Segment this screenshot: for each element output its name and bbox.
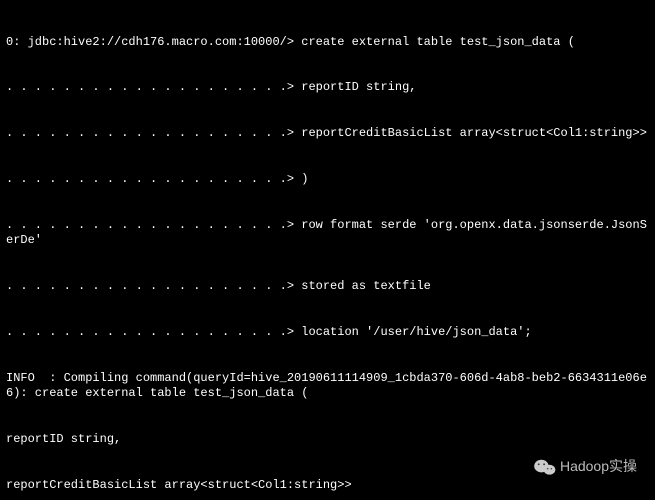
watermark: Hadoop实操 [534, 458, 637, 476]
terminal-line: . . . . . . . . . . . . . . . . . . . .>… [6, 325, 649, 340]
terminal-line: . . . . . . . . . . . . . . . . . . . .>… [6, 218, 649, 249]
watermark-text: Hadoop实操 [560, 459, 637, 474]
terminal-output[interactable]: 0: jdbc:hive2://cdh176.macro.com:10000/>… [0, 0, 655, 500]
wechat-icon [534, 458, 556, 476]
terminal-line: . . . . . . . . . . . . . . . . . . . .>… [6, 172, 649, 187]
terminal-line: reportCreditBasicList array<struct<Col1:… [6, 478, 649, 493]
terminal-line: INFO : Compiling command(queryId=hive_20… [6, 371, 649, 402]
terminal-line: 0: jdbc:hive2://cdh176.macro.com:10000/>… [6, 35, 649, 50]
terminal-line: . . . . . . . . . . . . . . . . . . . .>… [6, 279, 649, 294]
terminal-line: . . . . . . . . . . . . . . . . . . . .>… [6, 126, 649, 141]
terminal-line: reportID string, [6, 432, 649, 447]
terminal-line: . . . . . . . . . . . . . . . . . . . .>… [6, 80, 649, 95]
